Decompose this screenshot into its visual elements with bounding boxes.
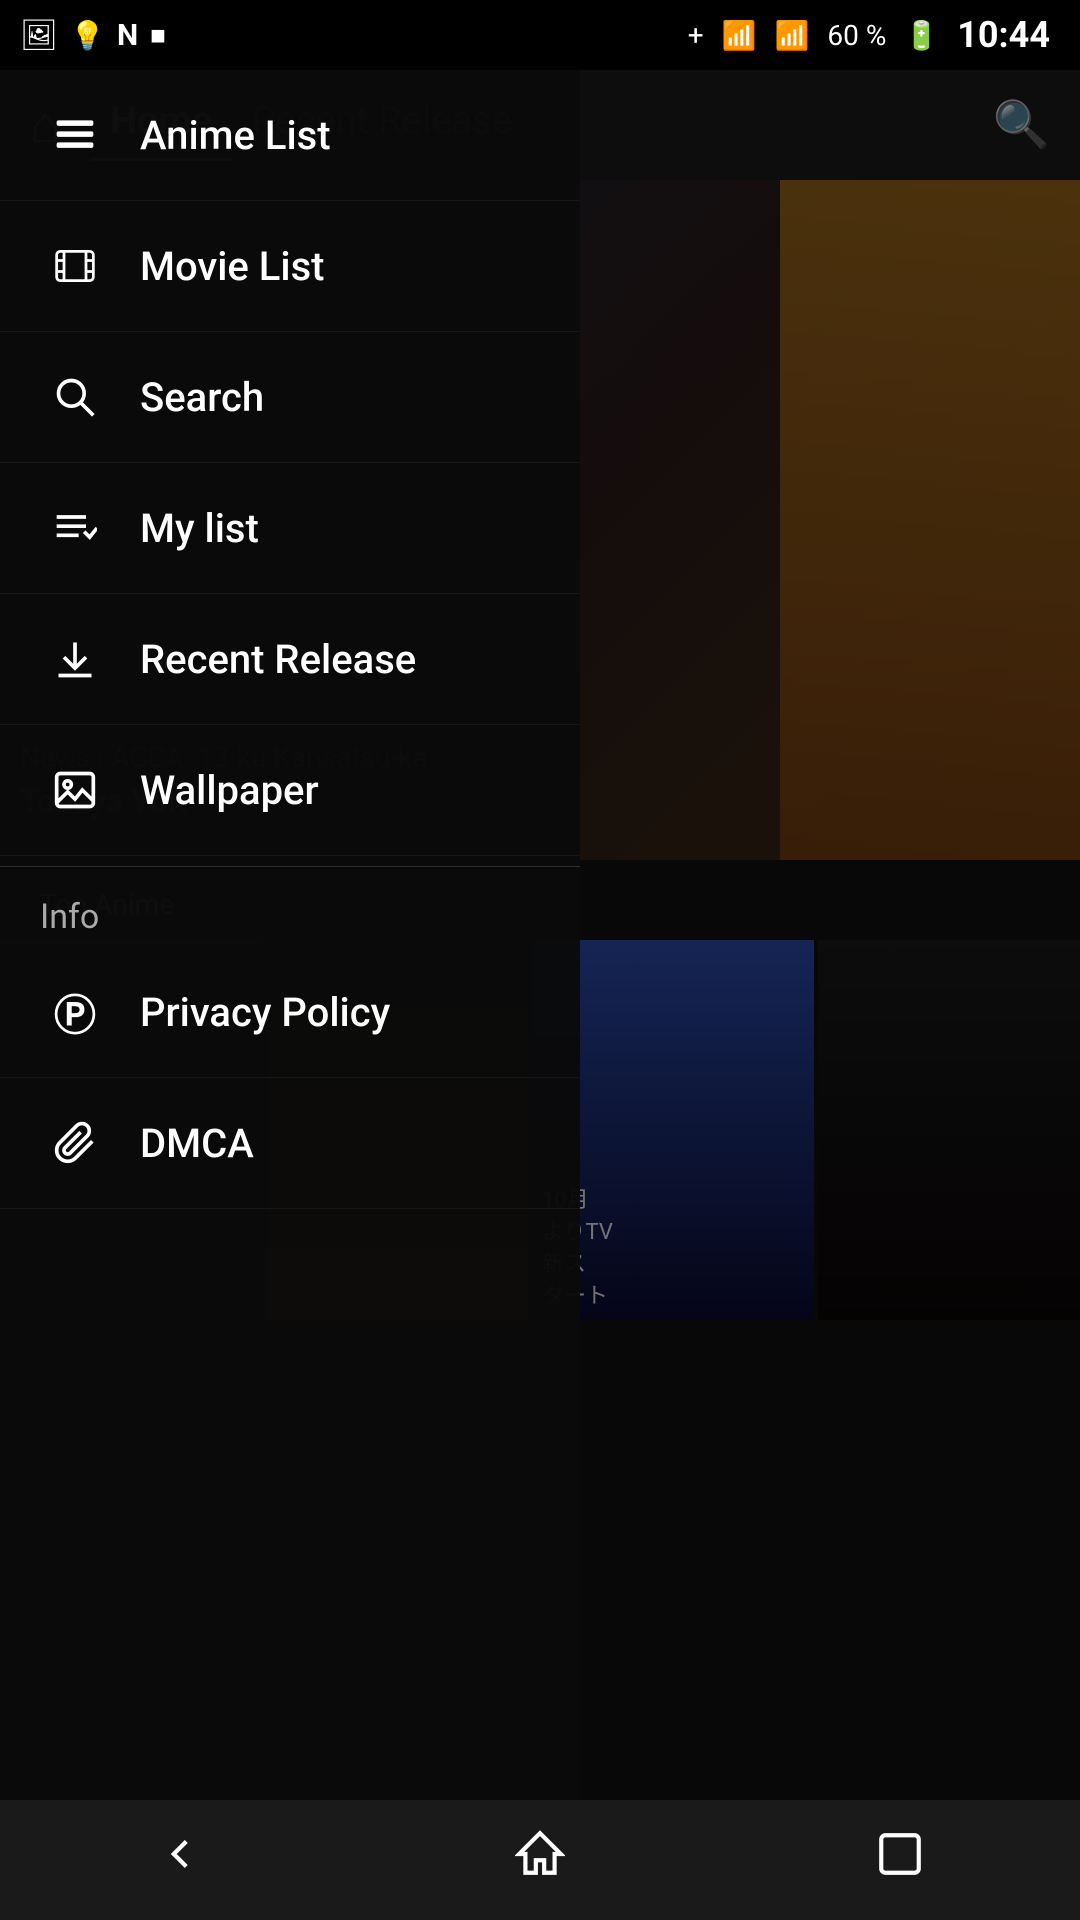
mylist-icon bbox=[40, 493, 110, 563]
photo-icon: 🖼 bbox=[20, 18, 58, 53]
bluetooth-icon: + bbox=[688, 19, 704, 52]
drawer-item-my-list[interactable]: My list bbox=[0, 463, 580, 594]
home-button[interactable] bbox=[475, 1809, 605, 1912]
drawer-divider bbox=[0, 866, 580, 867]
privacy-policy-label: Privacy Policy bbox=[140, 989, 390, 1036]
download-icon bbox=[40, 624, 110, 694]
dmca-label: DMCA bbox=[140, 1120, 254, 1167]
drawer-item-anime-list[interactable]: Anime List bbox=[0, 70, 580, 201]
search-drawer-icon bbox=[40, 362, 110, 432]
recents-button[interactable] bbox=[835, 1809, 965, 1912]
recent-release-label: Recent Release bbox=[140, 636, 416, 683]
square-icon: ■ bbox=[150, 20, 166, 51]
drawer-item-privacy-policy[interactable]: Ⓟ Privacy Policy bbox=[0, 947, 580, 1078]
movie-list-label: Movie List bbox=[140, 243, 325, 290]
wallpaper-label: Wallpaper bbox=[140, 767, 319, 814]
status-icons-left: 🖼 💡 N ■ bbox=[20, 18, 166, 53]
status-icons-right: + 📶 📶 60 % 🔋 10:44 bbox=[688, 14, 1050, 56]
bulb-icon: 💡 bbox=[70, 19, 105, 52]
navigation-drawer: Anime List Movie List Search bbox=[0, 70, 580, 1800]
drawer-item-recent-release[interactable]: Recent Release bbox=[0, 594, 580, 725]
wifi-icon: 📶 bbox=[722, 19, 757, 52]
battery-percentage: 60 % bbox=[827, 19, 886, 52]
drawer-item-search[interactable]: Search bbox=[0, 332, 580, 463]
time-display: 10:44 bbox=[957, 14, 1050, 56]
info-section-label: Info bbox=[0, 877, 580, 947]
search-label: Search bbox=[140, 374, 264, 421]
drawer-item-dmca[interactable]: DMCA bbox=[0, 1078, 580, 1209]
dmca-icon bbox=[40, 1108, 110, 1178]
my-list-label: My list bbox=[140, 505, 259, 552]
privacy-icon: Ⓟ bbox=[40, 977, 110, 1047]
wallpaper-icon bbox=[40, 755, 110, 825]
back-button[interactable] bbox=[115, 1809, 245, 1912]
film-icon bbox=[40, 231, 110, 301]
anime-list-label: Anime List bbox=[140, 112, 331, 159]
n-icon: N bbox=[117, 18, 138, 53]
list-icon bbox=[40, 100, 110, 170]
signal-icon: 📶 bbox=[775, 19, 810, 52]
navigation-bar bbox=[0, 1800, 1080, 1920]
drawer-item-movie-list[interactable]: Movie List bbox=[0, 201, 580, 332]
battery-icon: 🔋 bbox=[904, 19, 939, 52]
status-bar: 🖼 💡 N ■ + 📶 📶 60 % 🔋 10:44 bbox=[0, 0, 1080, 70]
drawer-item-wallpaper[interactable]: Wallpaper bbox=[0, 725, 580, 856]
